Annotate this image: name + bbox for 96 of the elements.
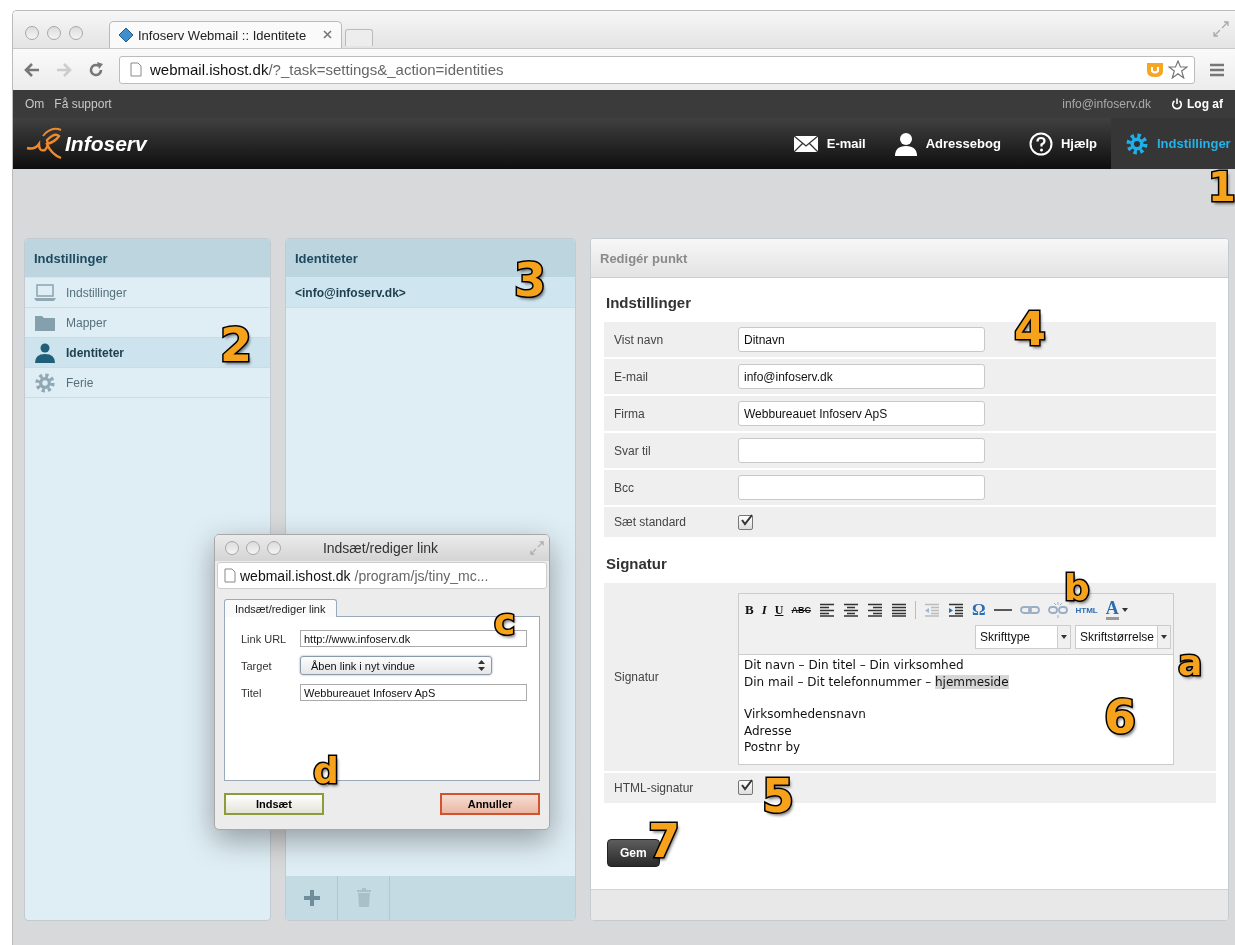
page-icon: [130, 62, 142, 77]
callout-marker: 1: [1208, 167, 1235, 207]
field-label: Firma: [613, 406, 646, 421]
field-label: Sæt standard: [613, 515, 688, 529]
callout-marker: b: [1064, 570, 1090, 606]
nav-tab[interactable]: Hjælp: [1014, 118, 1111, 169]
text-field[interactable]: Ditnavn: [738, 327, 985, 352]
align-center-icon[interactable]: [842, 603, 859, 617]
caret-icon: [1061, 635, 1067, 639]
align-right-icon[interactable]: [866, 603, 883, 617]
panel-title: Redigér punkt: [600, 250, 688, 266]
font-select[interactable]: Skrifttype: [975, 625, 1071, 649]
back-icon[interactable]: [23, 61, 41, 78]
dialog-title: Indsæt/rediger link: [321, 540, 440, 556]
checkbox[interactable]: [738, 514, 753, 530]
help-icon: [1028, 131, 1053, 156]
target-select[interactable]: Åben link i nyt vindue: [300, 656, 492, 675]
stepper-icon: [478, 660, 485, 671]
html-source-button[interactable]: HTML: [1075, 605, 1098, 615]
callout-marker: 4: [1014, 306, 1046, 352]
field-label: Svar til: [613, 443, 652, 458]
panel-title: Identiteter: [295, 250, 358, 266]
window-minimize-button[interactable]: [47, 25, 61, 40]
window-zoom-button[interactable]: [267, 541, 281, 555]
strikethrough-button[interactable]: ABC: [791, 605, 811, 615]
dialog-tab[interactable]: Indsæt/rediger link: [224, 599, 337, 617]
window-close-button[interactable]: [25, 25, 39, 40]
italic-button[interactable]: I: [761, 602, 767, 618]
shield-icon[interactable]: [1146, 61, 1164, 78]
text-field[interactable]: [738, 438, 985, 463]
nav-tab[interactable]: Indstillinger: [1111, 118, 1235, 169]
window-minimize-button[interactable]: [246, 541, 260, 555]
address-field[interactable]: webmail.ishost.dk/?_task=settings&_action=identities: [119, 55, 1195, 84]
field-label: Target: [241, 659, 273, 672]
callout-marker: 5: [762, 773, 794, 819]
laptop-icon: [34, 283, 56, 302]
field-label: Vist navn: [613, 332, 665, 347]
fullscreen-icon[interactable]: [530, 541, 544, 555]
text-field[interactable]: info@infoserv.dk: [738, 364, 985, 389]
caret-icon: [1121, 608, 1128, 612]
callout-marker: 6: [1104, 694, 1136, 740]
power-icon: [1171, 98, 1183, 110]
field-label: Link URL: [241, 632, 288, 645]
cancel-button[interactable]: Annuller: [440, 793, 540, 815]
user-email: info@infoserv.dk: [1062, 97, 1151, 111]
dialog-url-field: webmail.ishost.dk /program/js/tiny_mc...: [217, 562, 547, 589]
trash-icon: [355, 888, 372, 908]
top-link[interactable]: Få support: [54, 97, 112, 111]
logout-link[interactable]: Log af: [1171, 97, 1223, 111]
reload-icon[interactable]: [87, 60, 105, 79]
insert-button[interactable]: Indsæt: [224, 793, 324, 815]
settings-item[interactable]: Indstillinger: [25, 278, 270, 308]
forward-icon[interactable]: [55, 61, 73, 78]
settings-icon: [1125, 131, 1149, 156]
fullscreen-icon[interactable]: [1213, 21, 1229, 37]
callout-marker: d: [313, 753, 339, 789]
panel-title: Indstillinger: [34, 250, 108, 266]
indent-icon[interactable]: [947, 603, 964, 617]
star-icon[interactable]: [1168, 60, 1188, 79]
section-title: Indstillinger: [605, 293, 692, 313]
page-icon: [224, 568, 236, 583]
caret-icon: [1161, 635, 1167, 639]
callout-marker: a: [1178, 645, 1203, 681]
field-label: Signatur: [613, 669, 660, 684]
field-label: Bcc: [613, 480, 635, 495]
align-left-icon[interactable]: [818, 603, 835, 617]
folder-icon: [34, 313, 56, 332]
plus-icon: [302, 889, 321, 907]
field-label: Titel: [241, 686, 263, 699]
section-title: Signatur: [605, 554, 668, 574]
text-field[interactable]: [738, 475, 985, 500]
special-character-button[interactable]: Ω: [971, 600, 986, 620]
text-field[interactable]: Webbureauet Infoserv ApS: [300, 684, 527, 701]
browser-tab[interactable]: Infoserv Webmail :: Identitete: [109, 21, 342, 48]
underline-button[interactable]: U: [774, 602, 784, 618]
person-icon: [34, 342, 56, 363]
field-label: HTML-signatur: [613, 780, 695, 795]
settings-item[interactable]: Ferie: [25, 368, 270, 398]
bold-button[interactable]: B: [745, 602, 754, 618]
gear-icon: [34, 371, 56, 394]
checkbox[interactable]: [738, 780, 753, 795]
field-label: E-mail: [613, 369, 649, 384]
person-icon: [893, 131, 918, 156]
menu-icon[interactable]: [1209, 62, 1225, 77]
new-tab-button[interactable]: [345, 29, 373, 46]
nav-tab[interactable]: Adressebog: [879, 118, 1015, 169]
text-color-button[interactable]: A: [1105, 600, 1128, 620]
logo-text: Infoserv: [65, 131, 147, 156]
font-size-select[interactable]: Skriftstørrelse: [1075, 625, 1171, 649]
top-link[interactable]: Om: [25, 97, 45, 111]
nav-tab[interactable]: E-mail: [778, 118, 880, 169]
window-close-button[interactable]: [225, 541, 239, 555]
envelope-icon: [792, 134, 819, 153]
align-justify-icon[interactable]: [890, 603, 907, 617]
text-field[interactable]: Webbureauet Infoserv ApS: [738, 401, 985, 426]
window-zoom-button[interactable]: [69, 25, 83, 40]
